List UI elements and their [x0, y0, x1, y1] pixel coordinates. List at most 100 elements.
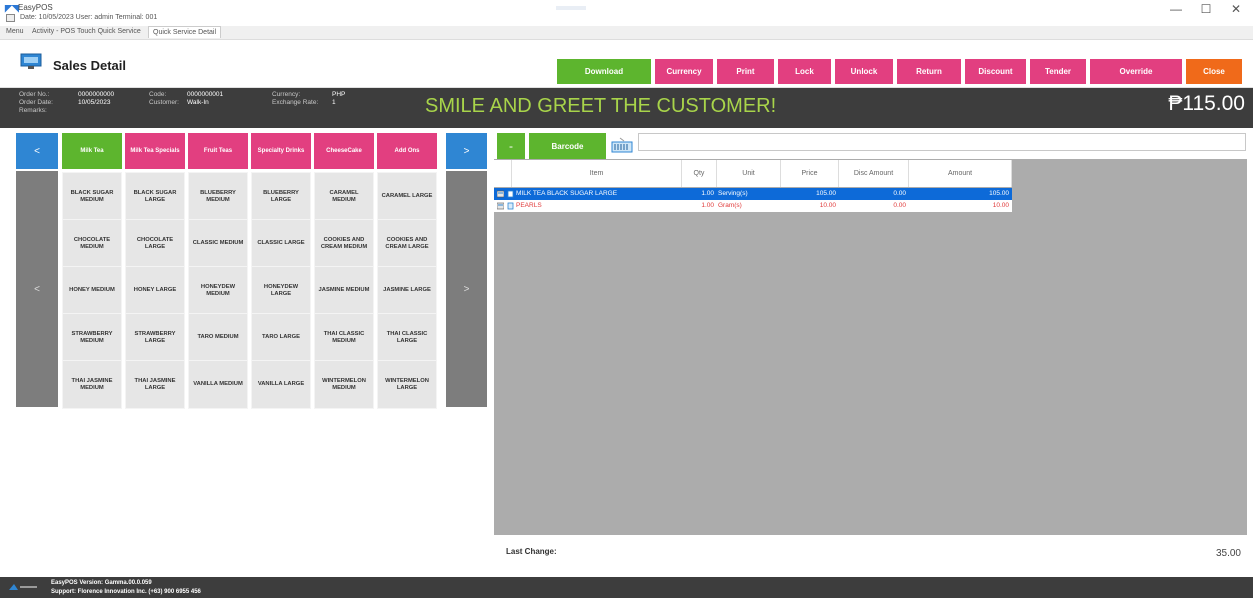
product-tile[interactable]: TARO MEDIUM — [188, 313, 248, 362]
product-tile[interactable]: CLASSIC LARGE — [251, 219, 311, 268]
product-tile[interactable]: CLASSIC MEDIUM — [188, 219, 248, 268]
close-button[interactable]: Close — [1186, 59, 1242, 84]
session-info: Date: 10/05/2023 User: admin Terminal: 0… — [20, 14, 158, 21]
tab-quick-service-detail[interactable]: Quick Service Detail — [148, 26, 222, 38]
category-fruit-teas[interactable]: Fruit Teas — [188, 133, 248, 169]
minimize-button[interactable]: — — [1166, 2, 1186, 16]
edit-icon[interactable] — [497, 202, 504, 210]
return-button[interactable]: Return — [897, 59, 961, 84]
customer-label: Customer: — [149, 99, 179, 106]
last-change-bar — [494, 535, 1247, 573]
order-no-value: 0000000000 — [78, 91, 115, 98]
column-header-disc-amount[interactable]: Disc Amount — [839, 160, 909, 187]
product-prev-button[interactable]: < — [16, 171, 58, 407]
row-qty: 1.00 — [701, 190, 714, 197]
product-tile[interactable]: HONEY LARGE — [125, 266, 185, 315]
code-label: Code: — [149, 91, 167, 98]
currency-label: Currency: — [272, 91, 301, 98]
category-prev-button[interactable]: < — [16, 133, 58, 169]
table-row[interactable]: MILK TEA BLACK SUGAR LARGE 1.00 Serving(… — [494, 188, 1012, 200]
print-button[interactable]: Print — [717, 59, 774, 84]
product-tile[interactable]: CARAMEL LARGE — [377, 172, 437, 221]
tender-button[interactable]: Tender — [1030, 59, 1086, 84]
category-milk-tea-specials[interactable]: Milk Tea Specials — [125, 133, 185, 169]
edit-icon[interactable] — [497, 190, 504, 198]
barcode-button[interactable]: Barcode — [529, 133, 606, 159]
row-price: 105.00 — [816, 190, 836, 197]
customer-value: Walk-In — [187, 99, 209, 106]
product-tile[interactable]: BLACK SUGAR MEDIUM — [62, 172, 122, 221]
category-cheesecake[interactable]: CheeseCake — [314, 133, 374, 169]
column-header-amount[interactable]: Amount — [909, 160, 1012, 187]
column-header-qty[interactable]: Qty — [682, 160, 717, 187]
product-tile[interactable]: BLUEBERRY LARGE — [251, 172, 311, 221]
product-tile[interactable]: CHOCOLATE LARGE — [125, 219, 185, 268]
tab-menu[interactable]: Menu — [6, 28, 24, 35]
product-tile[interactable]: CHOCOLATE MEDIUM — [62, 219, 122, 268]
remarks-label: Remarks: — [19, 107, 47, 114]
barcode-scanner-icon[interactable] — [610, 137, 634, 154]
currency-button[interactable]: Currency — [655, 59, 713, 84]
support-info: Support: Florence Innovation Inc. (+63) … — [51, 589, 201, 595]
category-milk-tea[interactable]: Milk Tea — [62, 133, 122, 169]
product-tile[interactable]: HONEYDEW LARGE — [251, 266, 311, 315]
barcode-input[interactable] — [638, 133, 1246, 151]
code-value: 0000000001 — [187, 91, 224, 98]
greeting-message: SMILE AND GREET THE CUSTOMER! — [425, 95, 777, 117]
row-qty: 1.00 — [701, 202, 714, 209]
maximize-button[interactable]: ☐ — [1196, 2, 1216, 16]
category-next-button[interactable]: > — [446, 133, 487, 169]
product-tile[interactable]: THAI JASMINE MEDIUM — [62, 360, 122, 409]
column-header-item[interactable]: Item — [512, 160, 682, 187]
download-button[interactable]: Download — [557, 59, 651, 84]
page-title: Sales Detail — [53, 58, 126, 73]
remove-item-button[interactable]: - — [497, 133, 525, 159]
product-tile[interactable]: THAI JASMINE LARGE — [125, 360, 185, 409]
product-tile[interactable]: JASMINE LARGE — [377, 266, 437, 315]
product-tile[interactable]: CARAMEL MEDIUM — [314, 172, 374, 221]
close-window-button[interactable]: ✕ — [1226, 2, 1246, 16]
discount-button[interactable]: Discount — [965, 59, 1026, 84]
app-name: EasyPOS — [18, 3, 53, 12]
product-tile[interactable]: THAI CLASSIC LARGE — [377, 313, 437, 362]
product-tile[interactable]: WINTERMELON LARGE — [377, 360, 437, 409]
delete-icon[interactable] — [507, 202, 514, 210]
product-tile[interactable]: VANILLA MEDIUM — [188, 360, 248, 409]
row-price: 10.00 — [819, 202, 836, 209]
table-row[interactable]: PEARLS 1.00 Gram(s) 10.00 0.00 10.00 — [494, 200, 1012, 212]
order-no-label: Order No.: — [19, 91, 50, 98]
row-amount: 10.00 — [992, 202, 1009, 209]
product-tile[interactable]: VANILLA LARGE — [251, 360, 311, 409]
app-logo-icon: ◤◥ — [5, 3, 19, 13]
pos-window: ◤◥ EasyPOS Date: 10/05/2023 User: admin … — [0, 0, 1253, 598]
delete-icon[interactable] — [507, 190, 514, 198]
last-change-value: 35.00 — [1215, 548, 1241, 559]
product-tile[interactable]: TARO LARGE — [251, 313, 311, 362]
override-button[interactable]: Override — [1090, 59, 1182, 84]
product-tile[interactable]: STRAWBERRY LARGE — [125, 313, 185, 362]
product-tile[interactable]: COOKIES AND CREAM LARGE — [377, 219, 437, 268]
product-tile[interactable]: WINTERMELON MEDIUM — [314, 360, 374, 409]
lock-button[interactable]: Lock — [778, 59, 831, 84]
column-header-unit[interactable]: Unit — [717, 160, 781, 187]
product-tile[interactable]: BLUEBERRY MEDIUM — [188, 172, 248, 221]
product-tile[interactable]: JASMINE MEDIUM — [314, 266, 374, 315]
product-tile[interactable]: COOKIES AND CREAM MEDIUM — [314, 219, 374, 268]
product-next-button[interactable]: > — [446, 171, 487, 407]
row-unit: Gram(s) — [718, 202, 742, 209]
category-specialty-drinks[interactable]: Specialty Drinks — [251, 133, 311, 169]
product-tile[interactable]: HONEYDEW MEDIUM — [188, 266, 248, 315]
product-tile[interactable]: HONEY MEDIUM — [62, 266, 122, 315]
title-bar-handle[interactable] — [556, 6, 586, 10]
category-add-ons[interactable]: Add Ons — [377, 133, 437, 169]
sales-total: ₱115.00 — [1168, 92, 1245, 115]
product-tile[interactable]: THAI CLASSIC MEDIUM — [314, 313, 374, 362]
order-date-value: 10/05/2023 — [78, 99, 111, 106]
column-header-price[interactable]: Price — [781, 160, 839, 187]
tab-activity[interactable]: Activity - POS Touch Quick Service — [32, 28, 141, 35]
unlock-button[interactable]: Unlock — [835, 59, 893, 84]
product-tile[interactable]: BLACK SUGAR LARGE — [125, 172, 185, 221]
grid-header-spacer — [494, 160, 512, 187]
product-tile[interactable]: STRAWBERRY MEDIUM — [62, 313, 122, 362]
row-item: MILK TEA BLACK SUGAR LARGE — [516, 190, 618, 197]
